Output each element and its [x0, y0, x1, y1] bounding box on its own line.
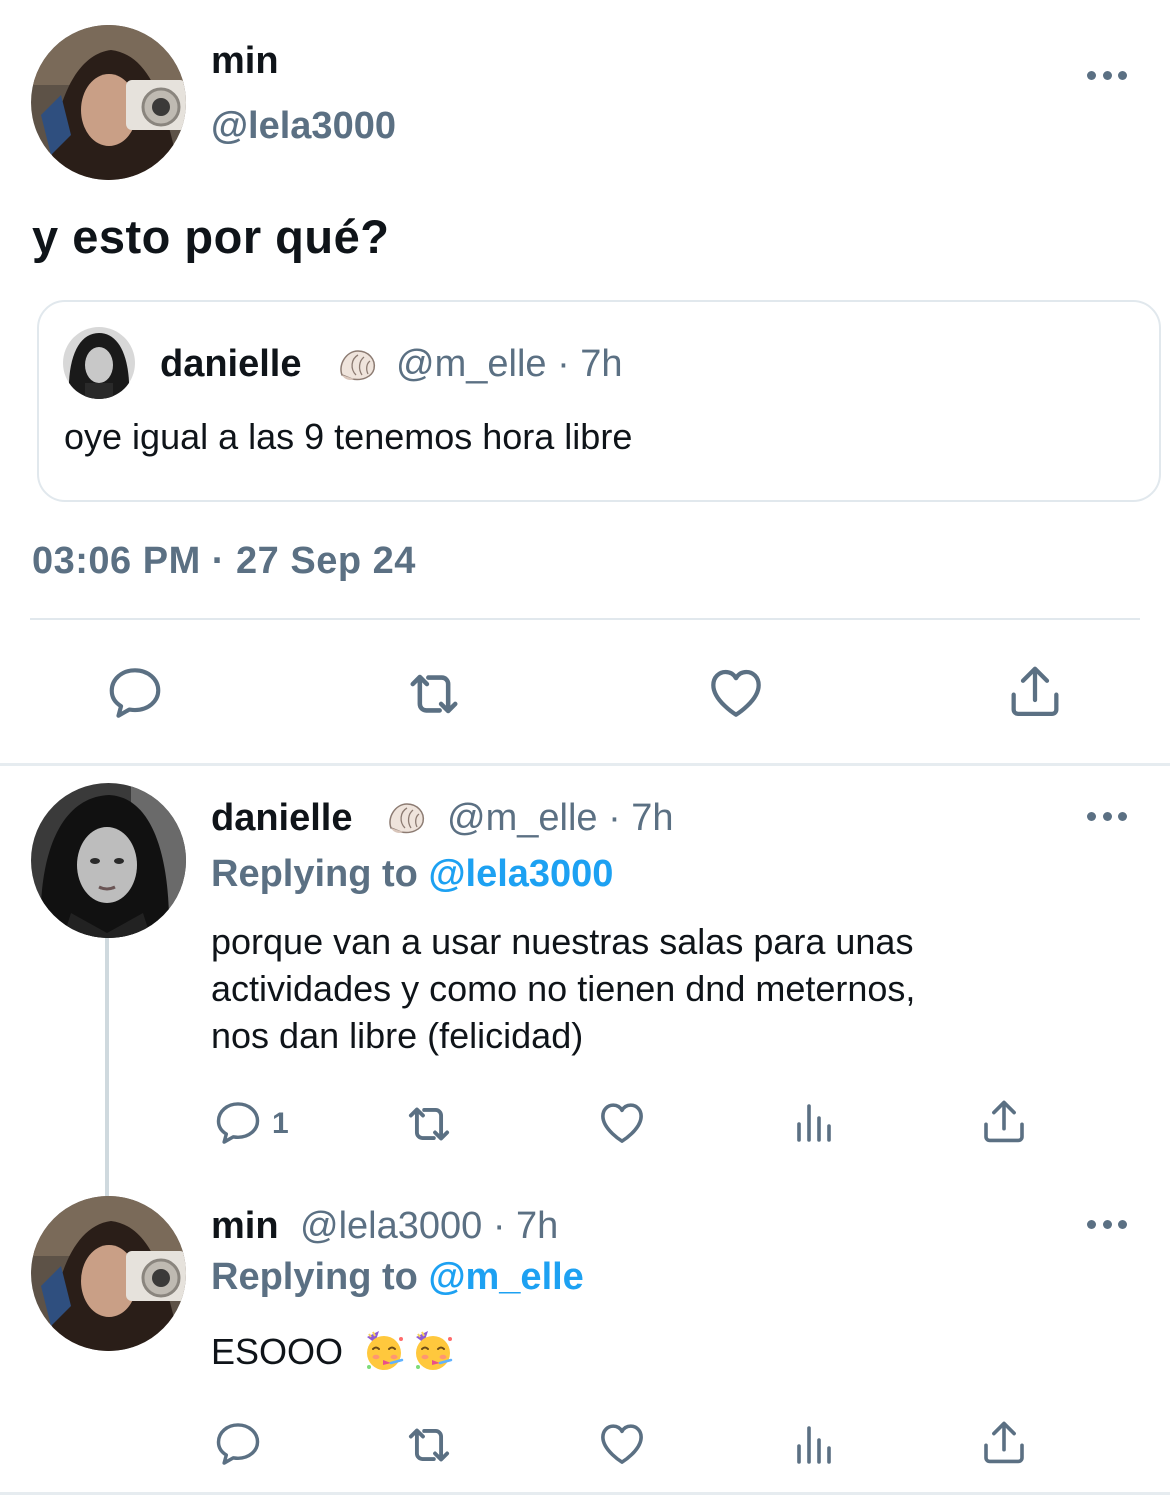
reply-text: porque van a usar nuestras salas para un…: [211, 918, 1111, 1059]
quoted-tweet-card[interactable]: [37, 300, 1161, 502]
author-name[interactable]: min: [211, 40, 279, 83]
more-options-icon[interactable]: [1087, 68, 1127, 82]
share-icon[interactable]: [977, 1095, 1031, 1149]
reply-icon[interactable]: [104, 662, 166, 724]
reply-count: 1: [272, 1107, 289, 1140]
analytics-icon[interactable]: [789, 1420, 837, 1468]
quoted-tweet-text: oye igual a las 9 tenemos hora libre: [64, 416, 633, 457]
more-options-icon[interactable]: [1087, 809, 1127, 823]
author-handle[interactable]: @lela3000: [211, 105, 396, 148]
mention-link[interactable]: @lela3000: [428, 853, 613, 895]
partying-face-emoji: [361, 1329, 405, 1373]
avatar-min[interactable]: [31, 1196, 186, 1351]
replying-prefix: Replying to: [211, 853, 418, 895]
share-icon[interactable]: [1003, 660, 1067, 724]
reply-author-name[interactable]: min: [211, 1205, 279, 1248]
reply-text-line: actividades y como no tienen dnd meterno…: [211, 968, 916, 1009]
quoted-author-meta: @m_elle · 7h: [396, 343, 623, 385]
replying-to: Replying to @lela3000: [211, 853, 613, 896]
analytics-icon[interactable]: [789, 1098, 837, 1146]
section-divider: [0, 1492, 1170, 1495]
reply-icon[interactable]: [212, 1097, 264, 1149]
shell-emoji: [336, 345, 380, 385]
retweet-icon[interactable]: [400, 660, 468, 728]
reply-text-line: nos dan libre (felicidad): [211, 1015, 584, 1056]
more-options-icon[interactable]: [1087, 1217, 1127, 1231]
replying-to: Replying to @m_elle: [211, 1256, 584, 1299]
reply-author-name[interactable]: danielle: [211, 797, 353, 840]
share-icon[interactable]: [977, 1416, 1031, 1470]
reply-text: ESOOO: [211, 1331, 344, 1372]
reply-author-meta: @m_elle · 7h: [447, 797, 674, 839]
retweet-icon[interactable]: [400, 1416, 458, 1474]
avatar-danielle-small[interactable]: [63, 327, 135, 399]
avatar-min[interactable]: [31, 25, 186, 180]
like-icon[interactable]: [704, 660, 768, 724]
divider: [30, 618, 1140, 620]
tweet-timestamp[interactable]: 03:06 PM · 27 Sep 24: [32, 540, 416, 583]
thread-line: [105, 938, 109, 1196]
section-divider: [0, 763, 1170, 766]
retweet-icon[interactable]: [400, 1095, 458, 1153]
reply-icon[interactable]: [212, 1418, 264, 1470]
tweet-text: y esto por qué?: [32, 210, 390, 263]
reply-author-meta: @lela3000 · 7h: [300, 1205, 559, 1247]
mention-link[interactable]: @m_elle: [428, 1256, 583, 1298]
shell-emoji: [385, 798, 429, 838]
avatar-danielle[interactable]: [31, 783, 186, 938]
partying-face-emoji: [410, 1329, 454, 1373]
quoted-author-name: danielle: [160, 343, 302, 385]
reply-text-line: porque van a usar nuestras salas para un…: [211, 921, 914, 962]
like-icon[interactable]: [595, 1416, 649, 1470]
replying-prefix: Replying to: [211, 1256, 418, 1298]
like-icon[interactable]: [595, 1095, 649, 1149]
